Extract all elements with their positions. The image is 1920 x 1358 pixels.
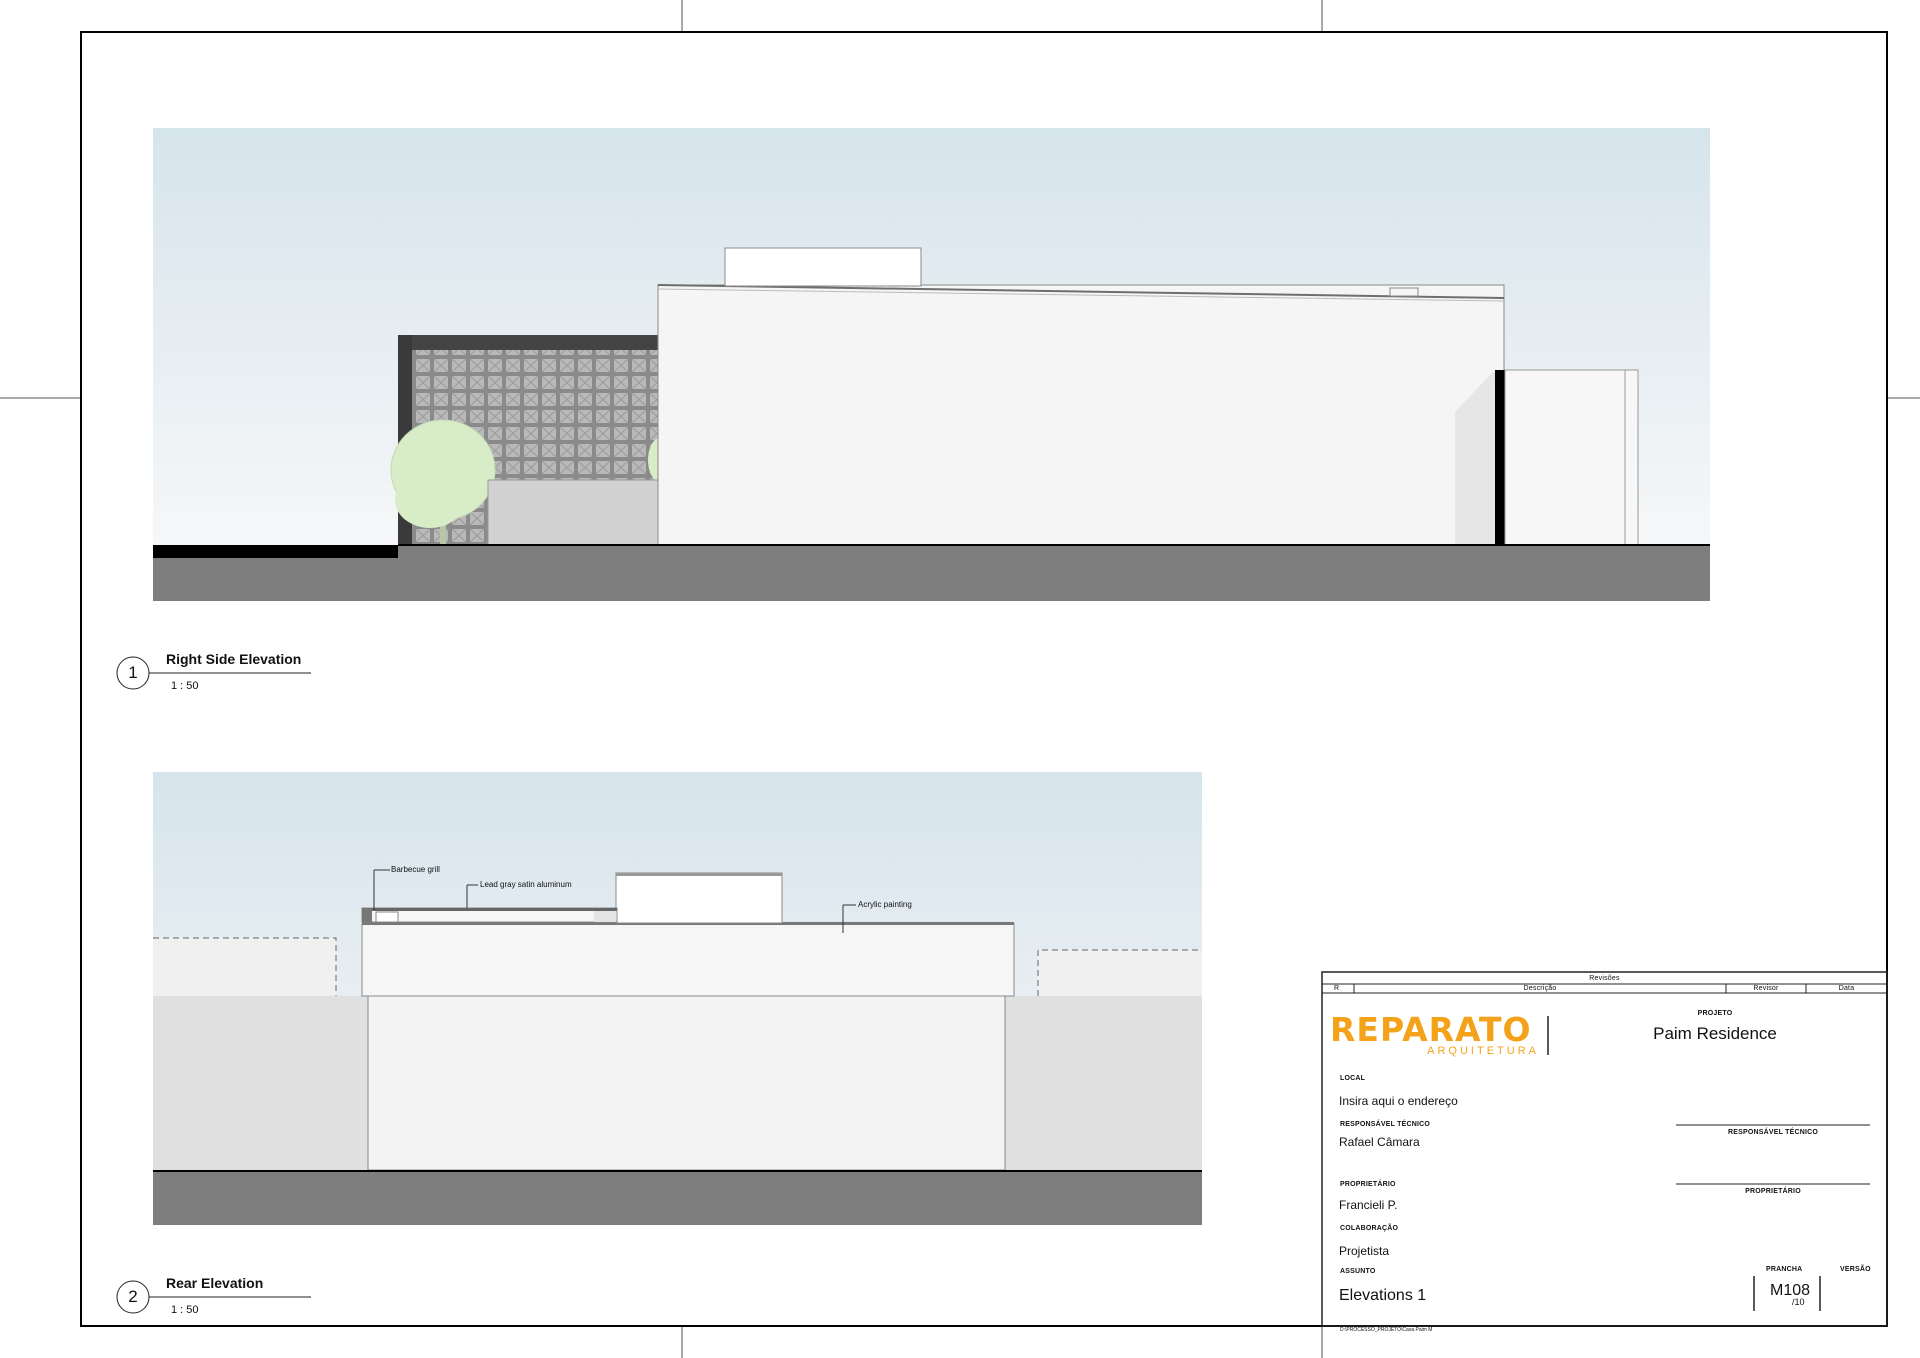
responsavel-label: RESPONSÁVEL TÉCNICO bbox=[1340, 1121, 1431, 1128]
projeto-label: PROJETO bbox=[1697, 1010, 1733, 1017]
rear-elevation-drawing bbox=[153, 772, 1202, 1225]
proprietario-value: Francieli P. bbox=[1339, 1198, 1398, 1212]
proprietario-label: PROPRIETÁRIO bbox=[1340, 1181, 1396, 1188]
local-label: LOCAL bbox=[1340, 1075, 1366, 1082]
right-side-elevation-drawing bbox=[153, 128, 1710, 601]
view-number-1: 1 bbox=[128, 663, 138, 682]
view-number-2: 2 bbox=[128, 1287, 138, 1306]
responsavel-signature-label: RESPONSÁVEL TÉCNICO bbox=[1727, 1129, 1819, 1136]
annotation-aluminum: Lead gray satin aluminum bbox=[480, 880, 572, 889]
company-logo: REPARATO ARQUITETURA bbox=[1330, 1010, 1545, 1057]
assunto-value: Elevations 1 bbox=[1339, 1287, 1427, 1304]
projeto-value: Paim Residence bbox=[1653, 1024, 1777, 1043]
view-title-1: Right Side Elevation bbox=[166, 651, 302, 667]
annotation-barbecue-grill: Barbecue grill bbox=[391, 865, 440, 874]
revisions-header: Revisões bbox=[1589, 975, 1620, 982]
sheet-total: /10 bbox=[1792, 1297, 1805, 1307]
col-revisor: Revisor bbox=[1753, 985, 1779, 992]
colaboracao-value: Projetista bbox=[1339, 1244, 1390, 1258]
responsavel-value: Rafael Câmara bbox=[1339, 1135, 1420, 1149]
annotation-acrylic: Acrylic painting bbox=[858, 900, 912, 909]
versao-label: VERSÃO bbox=[1840, 1266, 1871, 1273]
drawing-sheet bbox=[0, 0, 1920, 1358]
col-descricao: Descrição bbox=[1523, 985, 1557, 992]
prancha-label: PRANCHA bbox=[1766, 1266, 1803, 1273]
assunto-label: ASSUNTO bbox=[1340, 1268, 1376, 1275]
colaboracao-label: COLABORAÇÃO bbox=[1340, 1225, 1399, 1232]
logo-main: REPARATO bbox=[1330, 1010, 1532, 1049]
file-path: D:\PROCESSO_PROJETO\Casa Paim M bbox=[1340, 1327, 1433, 1333]
proprietario-signature-label: PROPRIETÁRIO bbox=[1745, 1188, 1801, 1195]
view-title-2: Rear Elevation bbox=[166, 1275, 264, 1291]
col-data: Data bbox=[1838, 985, 1855, 992]
col-r: R bbox=[1334, 985, 1340, 992]
view-scale-2: 1 : 50 bbox=[171, 1304, 199, 1316]
view-scale-1: 1 : 50 bbox=[171, 680, 199, 692]
local-value: Insira aqui o endereço bbox=[1339, 1094, 1458, 1108]
